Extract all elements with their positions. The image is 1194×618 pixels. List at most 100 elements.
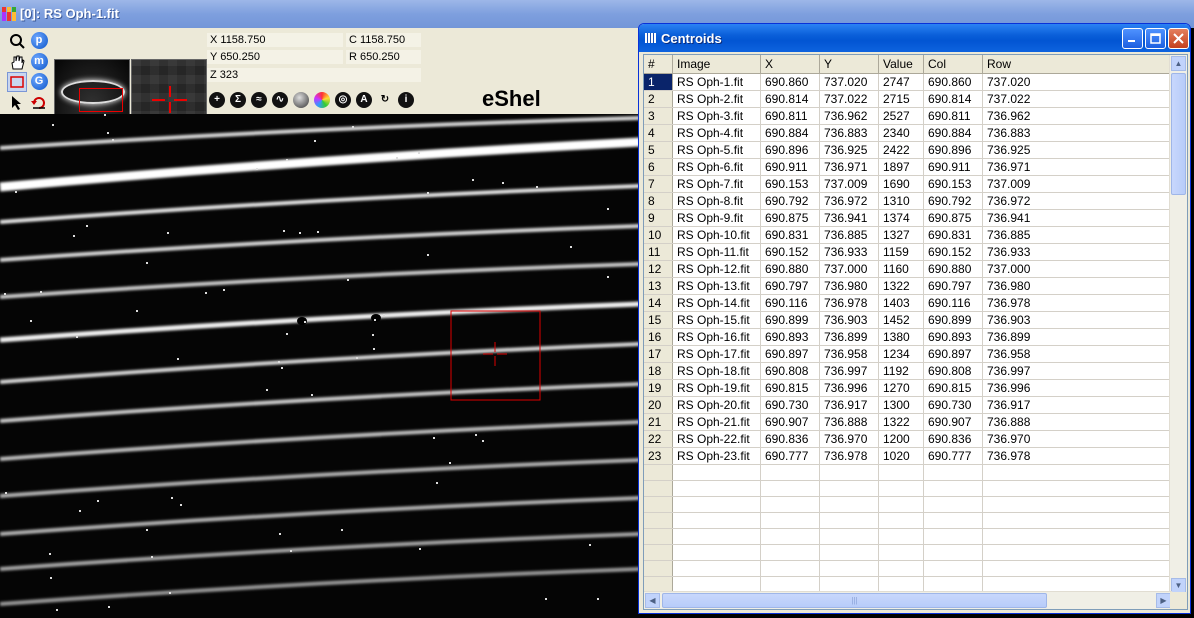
row-number-cell[interactable]: 6 [644, 158, 673, 176]
table-cell[interactable]: 690.880 [923, 260, 983, 278]
table-cell[interactable]: 736.962 [819, 107, 879, 125]
table-row[interactable]: 17 RS Oph-17.fit 690.897 736.958 1234 690.897… [644, 345, 1172, 363]
horizontal-scrollbar[interactable]: ◀ ||| ▶ [644, 591, 1172, 609]
table-cell[interactable]: 690.899 [923, 311, 983, 329]
row-number-cell[interactable]: 22 [644, 430, 673, 448]
maximize-button[interactable] [1145, 28, 1166, 49]
table-cell[interactable]: 2340 [878, 124, 924, 142]
row-number-cell[interactable]: 5 [644, 141, 673, 159]
table-cell[interactable]: RS Oph-3.fit [672, 107, 761, 125]
table-cell[interactable]: 690.907 [923, 413, 983, 431]
table-row[interactable]: 15 RS Oph-15.fit 690.899 736.903 1452 690.899… [644, 311, 1172, 329]
table-cell[interactable]: 690.808 [760, 362, 820, 380]
table-cell[interactable]: 690.152 [760, 243, 820, 261]
table-cell[interactable]: 736.980 [982, 277, 1172, 295]
table-cell[interactable]: 736.978 [982, 447, 1172, 465]
table-cell[interactable]: 690.893 [760, 328, 820, 346]
scroll-up-icon[interactable]: ▲ [1171, 56, 1186, 71]
row-number-cell[interactable]: 14 [644, 294, 673, 312]
table-cell[interactable]: 736.996 [819, 379, 879, 397]
table-cell[interactable]: 736.978 [982, 294, 1172, 312]
scroll-left-icon[interactable]: ◀ [645, 593, 660, 608]
table-cell[interactable]: 690.797 [760, 277, 820, 295]
table-row[interactable]: 6 RS Oph-6.fit 690.911 736.971 1897 690.911 73… [644, 158, 1172, 176]
table-cell[interactable]: 736.997 [819, 362, 879, 380]
table-cell[interactable]: 690.153 [760, 175, 820, 193]
table-cell[interactable]: 690.777 [760, 447, 820, 465]
table-cell[interactable]: 690.899 [760, 311, 820, 329]
table-cell[interactable]: 1327 [878, 226, 924, 244]
table-cell[interactable]: 690.893 [923, 328, 983, 346]
table-row[interactable]: 5 RS Oph-5.fit 690.896 736.925 2422 690.896 73… [644, 141, 1172, 159]
row-number-cell[interactable]: 13 [644, 277, 673, 295]
table-cell[interactable]: 1897 [878, 158, 924, 176]
table-cell[interactable]: 1322 [878, 277, 924, 295]
row-number-cell[interactable]: 3 [644, 107, 673, 125]
table-row[interactable]: 21 RS Oph-21.fit 690.907 736.888 1322 690.907… [644, 413, 1172, 431]
table-cell[interactable]: 690.831 [923, 226, 983, 244]
table-cell[interactable]: RS Oph-2.fit [672, 90, 761, 108]
table-cell[interactable]: 690.911 [760, 158, 820, 176]
table-cell[interactable]: 2527 [878, 107, 924, 125]
table-cell[interactable]: RS Oph-11.fit [672, 243, 761, 261]
table-cell[interactable]: 690.875 [923, 209, 983, 227]
row-number-cell[interactable]: 17 [644, 345, 673, 363]
zoom-tool-icon[interactable] [7, 31, 27, 51]
table-cell[interactable]: RS Oph-9.fit [672, 209, 761, 227]
table-cell[interactable]: 690.808 [923, 362, 983, 380]
row-number-cell[interactable]: 8 [644, 192, 673, 210]
row-number-cell[interactable]: 15 [644, 311, 673, 329]
scroll-down-icon[interactable]: ▼ [1171, 578, 1186, 593]
table-cell[interactable]: 690.116 [760, 294, 820, 312]
table-cell[interactable]: 737.020 [982, 73, 1172, 91]
table-cell[interactable]: 736.925 [819, 141, 879, 159]
table-cell[interactable]: 736.888 [819, 413, 879, 431]
table-cell[interactable]: 737.020 [819, 73, 879, 91]
table-row[interactable]: 3 RS Oph-3.fit 690.811 736.962 2527 690.811 73… [644, 107, 1172, 125]
table-cell[interactable]: 690.153 [923, 175, 983, 193]
table-cell[interactable]: 736.885 [819, 226, 879, 244]
table-cell[interactable]: 736.899 [819, 328, 879, 346]
row-number-cell[interactable]: 16 [644, 328, 673, 346]
table-cell[interactable]: 1270 [878, 379, 924, 397]
overview-view-box[interactable] [79, 88, 123, 112]
table-cell[interactable]: RS Oph-19.fit [672, 379, 761, 397]
column-header[interactable]: Row [982, 55, 1172, 74]
table-cell[interactable]: 690.884 [760, 124, 820, 142]
table-cell[interactable]: 1310 [878, 192, 924, 210]
table-cell[interactable]: RS Oph-1.fit [672, 73, 761, 91]
waveform-icon[interactable]: ∿ [270, 90, 290, 110]
table-cell[interactable]: 736.996 [982, 379, 1172, 397]
table-row[interactable]: 18 RS Oph-18.fit 690.808 736.997 1192 690.808… [644, 362, 1172, 380]
table-cell[interactable]: 737.009 [819, 175, 879, 193]
sphere-icon[interactable] [291, 90, 311, 110]
table-cell[interactable]: 690.116 [923, 294, 983, 312]
table-cell[interactable]: 1160 [878, 260, 924, 278]
table-cell[interactable]: RS Oph-17.fit [672, 345, 761, 363]
table-cell[interactable]: 736.962 [982, 107, 1172, 125]
table-cell[interactable]: 736.978 [819, 447, 879, 465]
table-cell[interactable]: 690.814 [923, 90, 983, 108]
table-cell[interactable]: 736.958 [982, 345, 1172, 363]
table-cell[interactable]: 690.815 [760, 379, 820, 397]
table-cell[interactable]: 690.896 [923, 141, 983, 159]
spectrum-image[interactable] [0, 114, 640, 618]
table-cell[interactable]: 1690 [878, 175, 924, 193]
vertical-scrollbar[interactable]: ▲ ▼ [1169, 55, 1187, 594]
table-cell[interactable]: 2747 [878, 73, 924, 91]
table-cell[interactable]: RS Oph-22.fit [672, 430, 761, 448]
table-cell[interactable]: 690.792 [923, 192, 983, 210]
table-row[interactable]: 1 RS Oph-1.fit 690.860 737.020 2747 690.860 73… [644, 73, 1172, 91]
table-row[interactable]: 11 RS Oph-11.fit 690.152 736.933 1159 690.152… [644, 243, 1172, 261]
table-row[interactable]: 2 RS Oph-2.fit 690.814 737.022 2715 690.814 73… [644, 90, 1172, 108]
table-cell[interactable]: RS Oph-6.fit [672, 158, 761, 176]
table-cell[interactable]: 1200 [878, 430, 924, 448]
row-number-cell[interactable]: 12 [644, 260, 673, 278]
table-cell[interactable]: 736.972 [819, 192, 879, 210]
table-cell[interactable]: 1300 [878, 396, 924, 414]
row-number-cell[interactable]: 2 [644, 90, 673, 108]
table-cell[interactable]: 690.836 [923, 430, 983, 448]
table-cell[interactable]: RS Oph-18.fit [672, 362, 761, 380]
table-cell[interactable]: 690.831 [760, 226, 820, 244]
table-cell[interactable]: 736.970 [819, 430, 879, 448]
